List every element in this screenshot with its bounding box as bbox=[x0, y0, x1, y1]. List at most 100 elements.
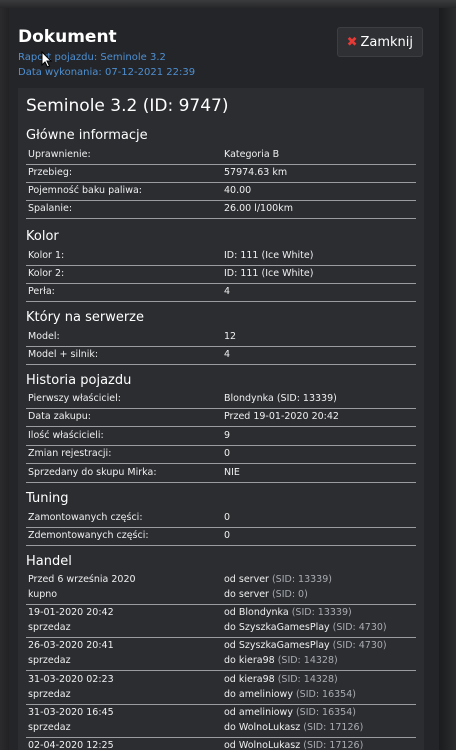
trade-date: 31-03-2020 16:45 bbox=[28, 707, 114, 718]
trade-from: od ameliniowy (SID: 16354) bbox=[224, 707, 356, 718]
trade-to-name: SzyszkaGamesPlay bbox=[238, 622, 330, 633]
trade-from: od SzyszkaGamesPlay (SID: 4730) bbox=[224, 640, 387, 651]
trade-to-prefix: do bbox=[224, 622, 239, 633]
trade-to-sid: (SID: 0) bbox=[268, 589, 308, 600]
history-row: Data zakupu: Przed 19-01-2020 20:42 bbox=[26, 409, 416, 427]
trade-type: sprzedaz bbox=[28, 655, 71, 666]
close-button-label: Zamknij bbox=[360, 34, 413, 50]
color-row: Kolor 1: ID: 111 (Ice White) bbox=[26, 248, 416, 266]
row-value: 9 bbox=[224, 430, 231, 441]
trade-to-prefix: do bbox=[224, 689, 239, 700]
section-title-trade: Handel bbox=[26, 554, 72, 569]
trade-date: 31-03-2020 02:23 bbox=[28, 674, 114, 685]
row-value: 0 bbox=[224, 512, 231, 523]
trade-from-name: server bbox=[238, 574, 269, 585]
close-button[interactable]: ✖ Zamknij bbox=[336, 27, 423, 57]
trade-to-name: server bbox=[238, 589, 269, 600]
row-label: Uprawnienie: bbox=[28, 149, 91, 160]
trade-from-name: kiera98 bbox=[238, 674, 275, 685]
trade-from-prefix: od bbox=[224, 740, 239, 750]
trade-from-name: SzyszkaGamesPlay bbox=[238, 640, 330, 651]
trade-to-name: WolnoLukasz bbox=[238, 722, 301, 733]
trade-type: kupno bbox=[28, 589, 58, 600]
server-row: Model: 12 bbox=[26, 329, 416, 347]
server-row: Model + silnik: 4 bbox=[26, 347, 416, 365]
trade-row: 31-03-2020 02:23 sprzedaz od kiera98 (SID:… bbox=[26, 672, 416, 705]
row-value: 4 bbox=[224, 349, 231, 360]
trade-to-name: kiera98 bbox=[238, 655, 275, 666]
document-title: Dokument bbox=[18, 27, 117, 47]
trade-from-name: ameliniowy bbox=[238, 707, 293, 718]
row-label: Kolor 1: bbox=[28, 250, 65, 261]
trade-row: 02-04-2020 12:25 od WolnoLukasz (SID: 171… bbox=[26, 738, 416, 750]
main-row: Pojemność baku paliwa: 40.00 bbox=[26, 183, 416, 201]
history-row: Sprzedany do skupu Mirka: NIE bbox=[26, 465, 416, 483]
row-label: Kolor 2: bbox=[28, 268, 65, 279]
mouse-pointer-icon bbox=[41, 51, 53, 68]
trade-to-sid: (SID: 16354) bbox=[292, 689, 356, 700]
trade-from-prefix: od bbox=[224, 574, 239, 585]
tuning-row: Zdemontowanych części: 0 bbox=[26, 528, 416, 546]
tuning-row: Zamontowanych części: 0 bbox=[26, 510, 416, 528]
trade-from-name: Blondynka bbox=[238, 607, 289, 618]
row-label: Przebieg: bbox=[28, 167, 73, 178]
trade-to: do SzyszkaGamesPlay (SID: 4730) bbox=[224, 622, 387, 633]
trade-from-sid: (SID: 13339) bbox=[268, 574, 332, 585]
history-row: Pierwszy właściciel: Blondynka (SID: 1333… bbox=[26, 391, 416, 409]
row-value: ID: 111 (Ice White) bbox=[224, 268, 314, 279]
row-value: 40.00 bbox=[224, 185, 252, 196]
trade-from-prefix: od bbox=[224, 640, 239, 651]
trade-to: do server (SID: 0) bbox=[224, 589, 308, 600]
history-row: Zmian rejestracji: 0 bbox=[26, 446, 416, 464]
trade-row: 19-01-2020 20:42 sprzedaz od Blondynka (SI… bbox=[26, 605, 416, 638]
row-label: Pierwszy właściciel: bbox=[28, 393, 121, 404]
section-title-main: Główne informacje bbox=[26, 128, 148, 143]
history-row: Ilość właścicieli: 9 bbox=[26, 428, 416, 446]
row-label: Model: bbox=[28, 331, 60, 342]
row-label: Pojemność baku paliwa: bbox=[28, 185, 142, 196]
trade-row: Przed 6 września 2020 kupno od server (SID… bbox=[26, 572, 416, 605]
row-value: NIE bbox=[224, 467, 240, 478]
row-label: Zdemontowanych części: bbox=[28, 530, 149, 541]
row-label: Zamontowanych części: bbox=[28, 512, 143, 523]
trade-to-name: ameliniowy bbox=[238, 689, 293, 700]
row-value: 0 bbox=[224, 530, 231, 541]
trade-from-sid: (SID: 4730) bbox=[329, 640, 387, 651]
row-label: Model + silnik: bbox=[28, 349, 99, 360]
color-row: Perła: 4 bbox=[26, 284, 416, 302]
trade-from-name: WolnoLukasz bbox=[238, 740, 301, 750]
row-label: Perła: bbox=[28, 286, 55, 297]
trade-to-prefix: do bbox=[224, 589, 239, 600]
row-value: ID: 111 (Ice White) bbox=[224, 250, 314, 261]
trade-to: do ameliniowy (SID: 16354) bbox=[224, 689, 356, 700]
report-date: Data wykonania: 07-12-2021 22:39 bbox=[18, 67, 196, 78]
row-value: 0 bbox=[224, 448, 231, 459]
row-value: Kategoria B bbox=[224, 149, 280, 160]
trade-date: 19-01-2020 20:42 bbox=[28, 607, 114, 618]
row-value: 4 bbox=[224, 286, 231, 297]
row-value: 57974.63 km bbox=[224, 167, 288, 178]
trade-type: sprzedaz bbox=[28, 622, 71, 633]
main-row: Spalanie: 26.00 l/100km bbox=[26, 201, 416, 219]
trade-row: 31-03-2020 16:45 sprzedaz od ameliniowy (S… bbox=[26, 705, 416, 738]
row-value: 26.00 l/100km bbox=[224, 203, 293, 214]
trade-from-prefix: od bbox=[224, 707, 239, 718]
trade-to: do kiera98 (SID: 14328) bbox=[224, 655, 338, 666]
trade-type: sprzedaz bbox=[28, 689, 71, 700]
main-row: Przebieg: 57974.63 km bbox=[26, 165, 416, 183]
trade-date: 02-04-2020 12:25 bbox=[28, 740, 114, 750]
trade-date: 26-03-2020 20:41 bbox=[28, 640, 114, 651]
trade-from: od kiera98 (SID: 14328) bbox=[224, 674, 338, 685]
main-row: Uprawnienie: Kategoria B bbox=[26, 147, 416, 165]
trade-to-prefix: do bbox=[224, 655, 239, 666]
trade-to: do WolnoLukasz (SID: 17126) bbox=[224, 722, 363, 733]
row-label: Ilość właścicieli: bbox=[28, 430, 104, 441]
row-value: 12 bbox=[224, 331, 237, 342]
row-value: Przed 19-01-2020 20:42 bbox=[224, 411, 339, 422]
trade-to-sid: (SID: 14328) bbox=[274, 655, 338, 666]
trade-date: Przed 6 września 2020 bbox=[28, 574, 136, 585]
trade-from: od WolnoLukasz (SID: 17126) bbox=[224, 740, 363, 750]
trade-from-prefix: od bbox=[224, 607, 239, 618]
trade-from: od server (SID: 13339) bbox=[224, 574, 332, 585]
close-x-icon: ✖ bbox=[346, 34, 358, 50]
